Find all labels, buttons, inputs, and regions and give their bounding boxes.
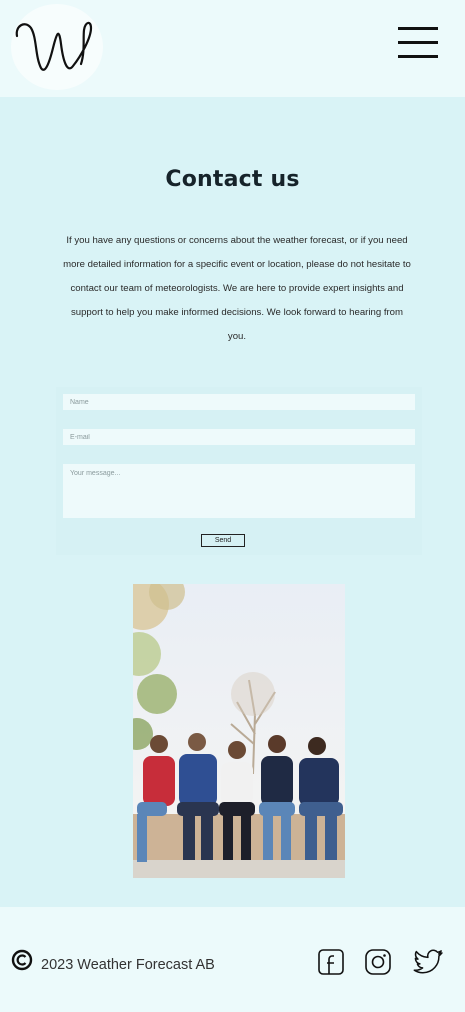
main-content: Contact us If you have any questions or … — [0, 97, 465, 907]
copyright-icon — [11, 949, 33, 971]
menu-line — [398, 55, 438, 58]
copyright-text: 2023 Weather Forecast AB — [41, 957, 215, 973]
name-input[interactable] — [63, 394, 415, 410]
intro-text: If you have any questions or concerns ab… — [63, 235, 411, 342]
menu-line — [398, 41, 438, 44]
hamburger-menu-icon[interactable] — [396, 26, 440, 62]
twitter-icon[interactable] — [412, 948, 444, 976]
logo[interactable] — [11, 4, 103, 90]
menu-line — [398, 27, 438, 30]
page-title: Contact us — [165, 167, 300, 192]
team-photo — [133, 584, 345, 878]
logo-w-icon — [15, 21, 93, 71]
email-input[interactable] — [63, 429, 415, 445]
site-footer: 2023 Weather Forecast AB — [0, 907, 465, 1012]
site-header — [0, 0, 465, 97]
send-button[interactable]: Send — [201, 534, 245, 547]
contact-form: Send — [56, 387, 422, 555]
message-input[interactable] — [63, 464, 415, 518]
facebook-icon[interactable] — [317, 948, 345, 976]
instagram-icon[interactable] — [364, 948, 392, 976]
